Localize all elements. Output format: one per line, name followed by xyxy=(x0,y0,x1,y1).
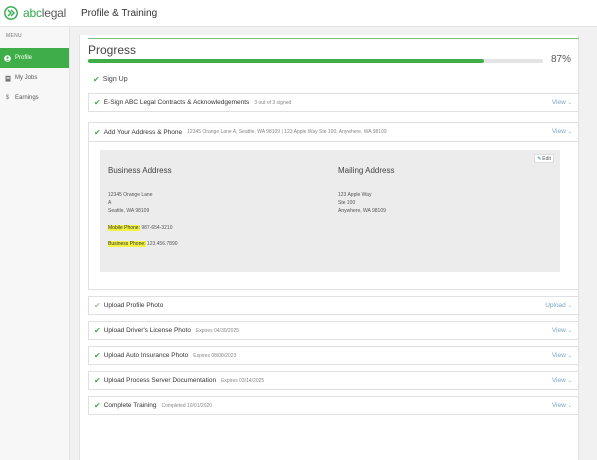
step-row-profile-photo[interactable]: ✔ Upload Profile Photo Upload ⌄ xyxy=(88,296,579,315)
mobile-phone-value: 987-654-3210 xyxy=(141,225,173,231)
step-label: Upload Driver's License Photo xyxy=(103,327,191,334)
chevron-down-icon: ⌄ xyxy=(567,403,572,409)
business-phone-value: 123.456.7890 xyxy=(146,241,178,247)
step-detail: 12345 Orange Lane A, Seattle, WA 98109 |… xyxy=(187,129,387,135)
address-box: ✎ Edit Business Address 12345 Orange Lan… xyxy=(100,150,560,272)
sidebar-item-label: Profile xyxy=(15,55,33,61)
step-label: Upload Auto Insurance Photo xyxy=(103,352,189,359)
sidebar-item-label: Earnings xyxy=(15,95,39,101)
logo-wordmark: abclegal xyxy=(23,6,67,20)
mobile-phone-label: Mobile Phone: xyxy=(108,225,140,231)
mailing-address-line: Anywhere, WA 98109 xyxy=(338,208,386,214)
step-label: Upload Process Server Documentation xyxy=(103,377,217,384)
sidebar-item-earnings[interactable]: $ Earnings xyxy=(0,88,69,108)
dollar-icon: $ xyxy=(5,95,10,101)
upload-link[interactable]: Upload ⌄ xyxy=(545,302,572,309)
progress-title: Progress xyxy=(88,43,137,57)
step-row-process-server-docs[interactable]: ✔ Upload Process Server Documentation Ex… xyxy=(88,371,579,390)
view-link[interactable]: View ⌄ xyxy=(552,402,572,409)
chevron-down-icon: ⌄ xyxy=(567,129,572,135)
step-label: E-Sign ABC Legal Contracts & Acknowledge… xyxy=(103,99,250,106)
profile-panel: Progress 87% ✔ Sign Up ✔ E-Sign ABC Lega… xyxy=(79,35,579,460)
edit-button[interactable]: ✎ Edit xyxy=(534,154,554,163)
chevron-down-icon: ⌄ xyxy=(567,378,572,384)
view-link[interactable]: View ⌄ xyxy=(552,352,572,359)
step-row-esign[interactable]: ✔ E-Sign ABC Legal Contracts & Acknowled… xyxy=(88,93,579,112)
business-address-line: A xyxy=(108,200,112,206)
check-icon: ✔ xyxy=(94,351,101,360)
check-icon: ✔ xyxy=(93,75,100,84)
view-link[interactable]: View ⌄ xyxy=(552,128,572,135)
check-icon: ✔ xyxy=(94,98,101,107)
step-detail: Expires 08/08/2023 xyxy=(193,352,237,359)
chevron-down-icon: ⌄ xyxy=(567,100,572,106)
mailing-address-title: Mailing Address xyxy=(338,166,395,175)
business-address-line: 12345 Orange Lane xyxy=(108,192,153,198)
sidebar-item-label: My Jobs xyxy=(15,75,38,81)
top-header: abclegal Profile & Training xyxy=(0,0,597,27)
chevron-down-icon: ⌄ xyxy=(567,328,572,334)
panel-divider xyxy=(88,38,579,39)
mailing-address-line: Ste 100 xyxy=(338,200,356,206)
chevron-down-icon: ⌄ xyxy=(567,353,572,359)
check-icon: ✔ xyxy=(94,376,101,385)
step-label: Add Your Address & Phone xyxy=(103,128,183,136)
step-row-training[interactable]: ✔ Complete Training Completed 10/01/2020… xyxy=(88,396,579,415)
check-icon: ✔ xyxy=(94,401,101,410)
progress-percent: 87% xyxy=(551,54,572,65)
mobile-phone: Mobile Phone: 987-654-3210 xyxy=(108,225,173,231)
business-phone-label: Business Phone: xyxy=(108,241,146,247)
step-row-auto-insurance[interactable]: ✔ Upload Auto Insurance Photo Expires 08… xyxy=(88,346,579,365)
sidebar: MENU Profile My Jobs $ Earnings xyxy=(0,27,70,460)
edit-label: Edit xyxy=(542,155,551,162)
view-link[interactable]: View ⌄ xyxy=(552,377,572,384)
signup-label: Sign Up xyxy=(102,76,128,83)
step-detail: Completed 10/01/2020 xyxy=(161,402,213,409)
user-icon xyxy=(4,54,11,62)
view-link[interactable]: View ⌄ xyxy=(552,327,572,334)
business-address-line: Seattle, WA 98109 xyxy=(108,208,150,214)
step-detail: Expires 04/30/2025 xyxy=(195,327,240,334)
step-row-drivers-license[interactable]: ✔ Upload Driver's License Photo Expires … xyxy=(88,321,579,340)
check-icon: ✔ xyxy=(94,127,101,137)
progress-bar xyxy=(88,59,543,63)
abc-legal-logo[interactable]: abclegal xyxy=(4,6,70,20)
business-phone: Business Phone: 123.456.7890 xyxy=(108,241,178,247)
step-label: Complete Training xyxy=(103,402,157,409)
business-address-title: Business Address xyxy=(108,166,172,175)
chevron-down-icon: ⌄ xyxy=(567,303,572,309)
page-title: Profile & Training xyxy=(81,7,158,19)
address-details: ✎ Edit Business Address 12345 Orange Lan… xyxy=(88,142,579,290)
view-link[interactable]: View ⌄ xyxy=(552,99,572,106)
clipboard-icon xyxy=(4,75,11,82)
step-detail: Expires 03/14/2025 xyxy=(221,377,265,384)
pencil-icon: ✎ xyxy=(537,155,542,162)
step-detail: 3 out of 3 signed xyxy=(254,99,292,106)
step-label: Upload Profile Photo xyxy=(103,302,164,309)
check-icon: ✔ xyxy=(94,301,101,310)
main-content: Progress 87% ✔ Sign Up ✔ E-Sign ABC Lega… xyxy=(70,27,597,460)
logo-chevrons-icon xyxy=(4,6,22,20)
step-row-address[interactable]: ✔ Add Your Address & Phone 12345 Orange … xyxy=(88,122,579,142)
menu-label: MENU xyxy=(6,33,22,39)
signup-step: ✔ Sign Up xyxy=(93,75,128,84)
progress-bar-fill xyxy=(88,59,484,63)
check-icon: ✔ xyxy=(94,326,101,335)
sidebar-item-profile[interactable]: Profile xyxy=(0,48,69,68)
mailing-address-line: 123 Apple Way xyxy=(338,192,372,198)
sidebar-item-my-jobs[interactable]: My Jobs xyxy=(0,68,69,88)
